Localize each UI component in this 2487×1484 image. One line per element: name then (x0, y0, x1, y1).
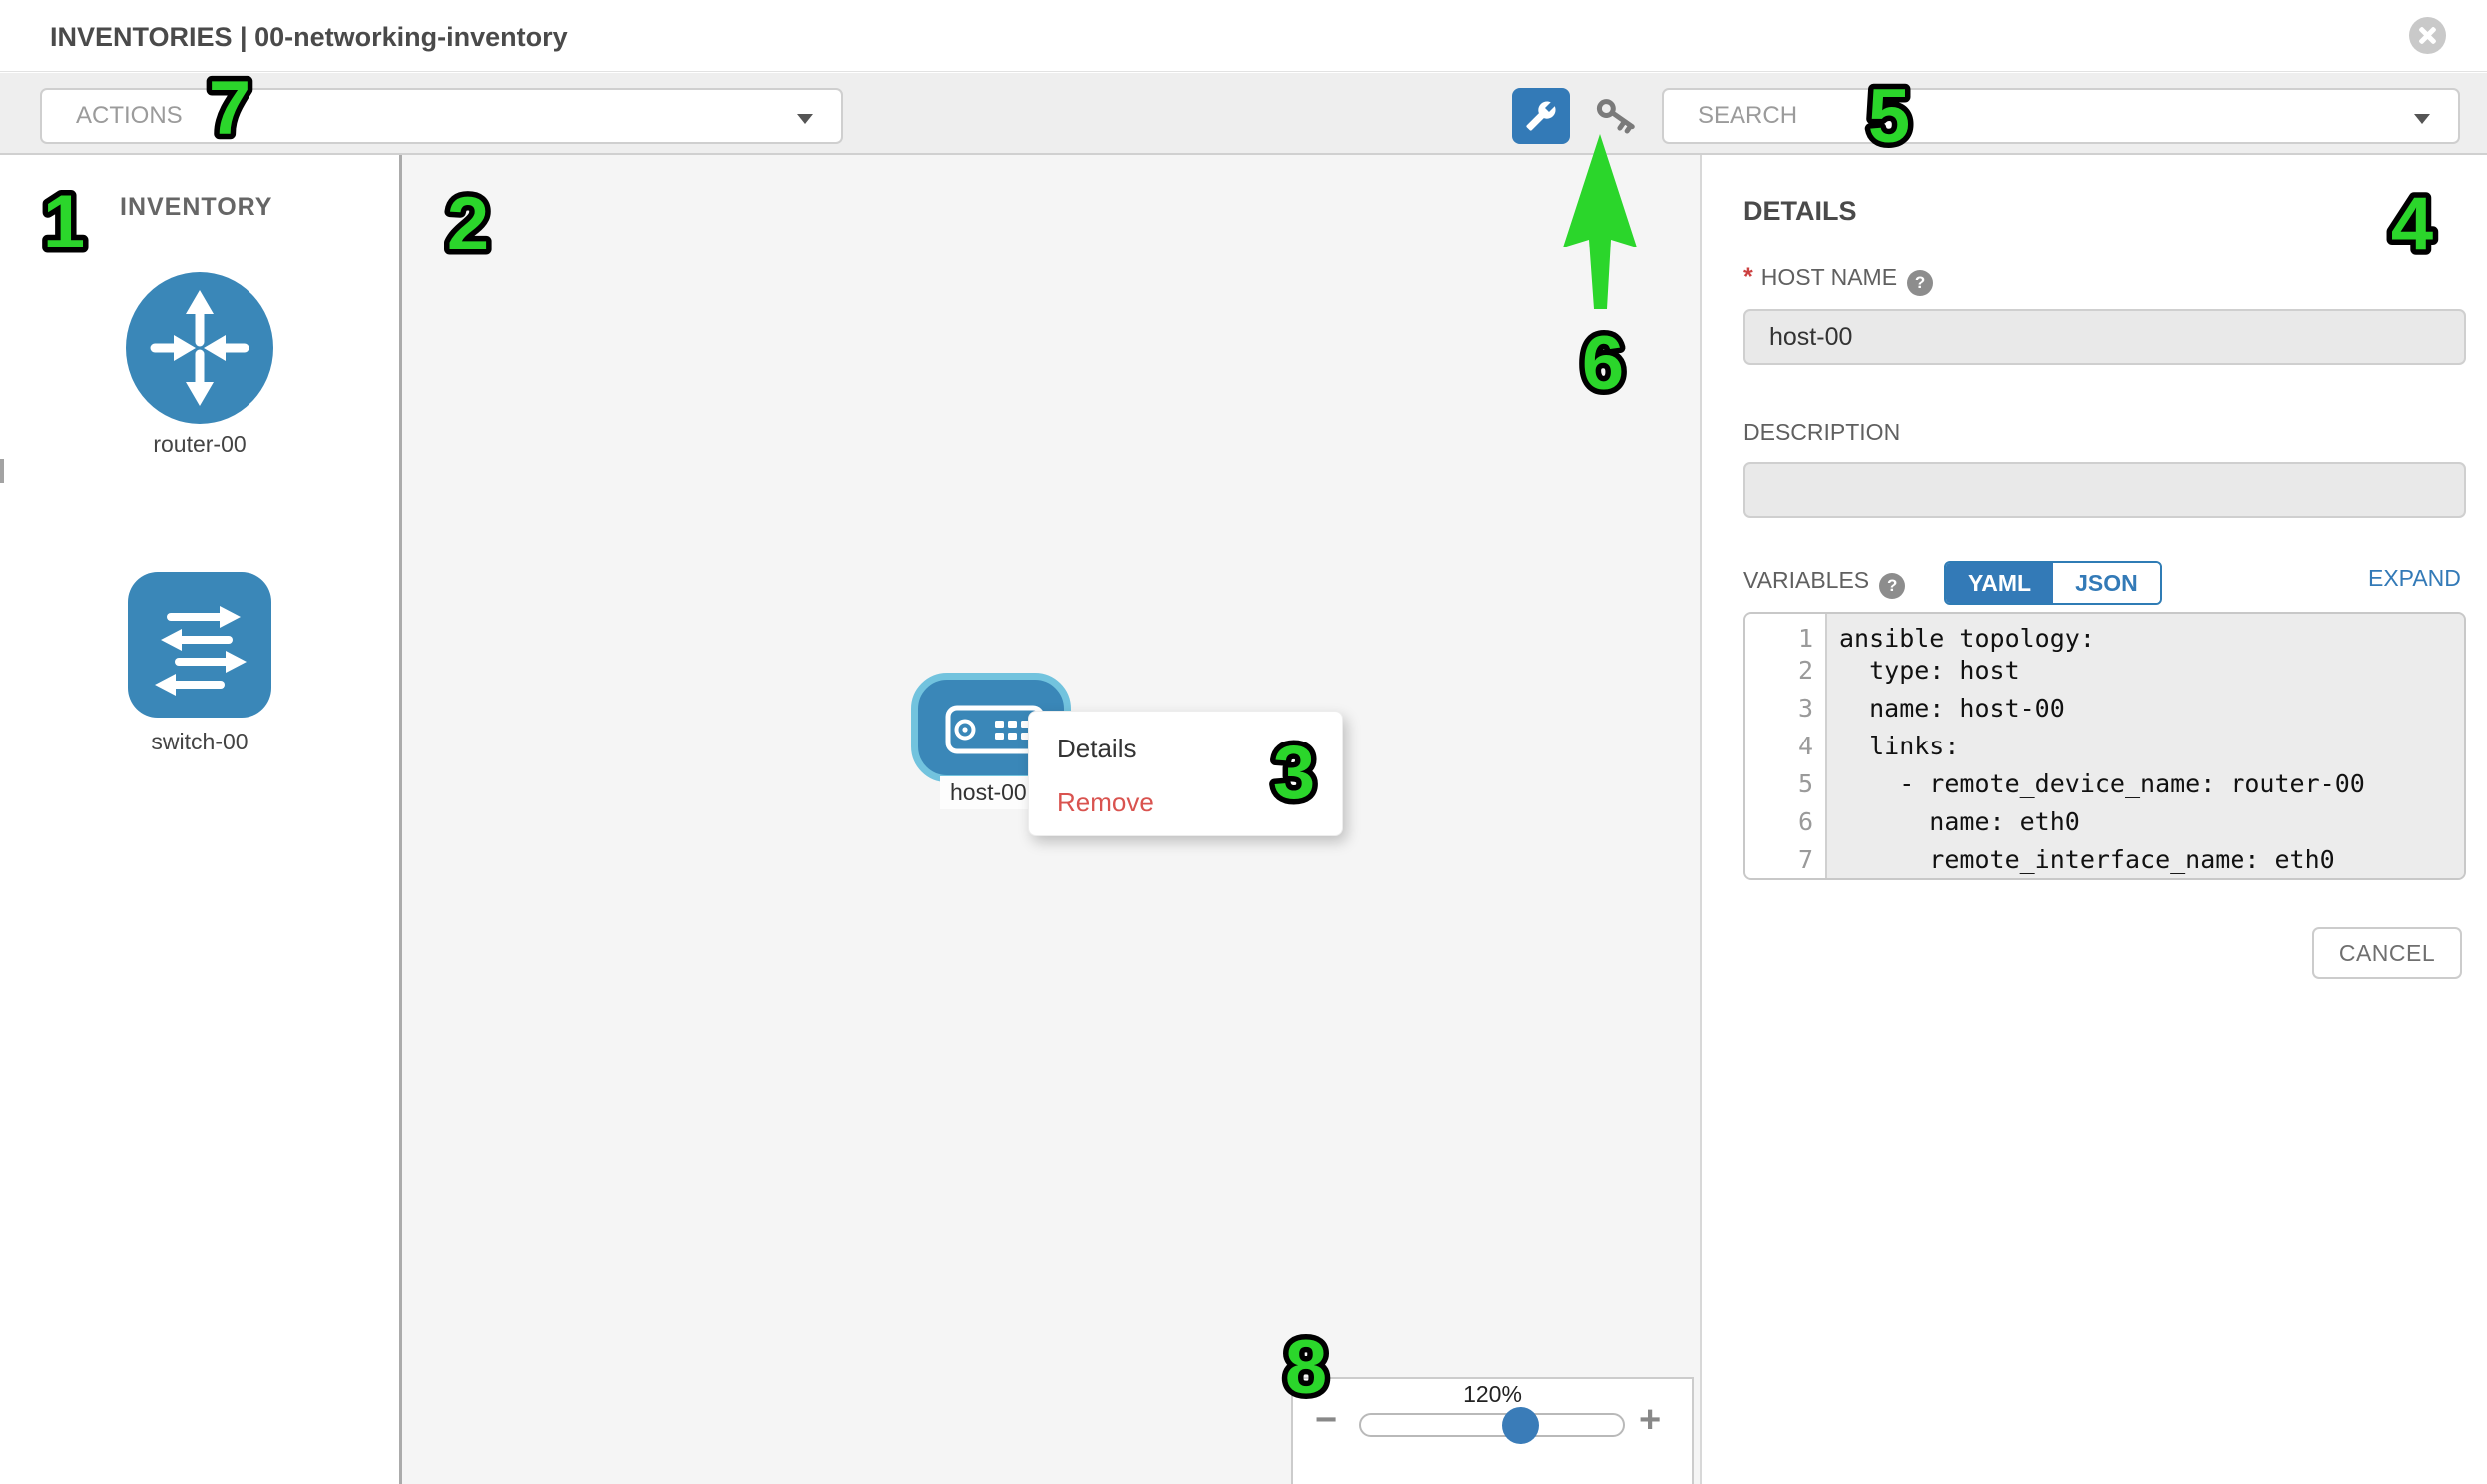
cancel-button[interactable]: CANCEL (2312, 927, 2462, 979)
line-number: 5 (1745, 765, 1827, 803)
context-menu-item-remove[interactable]: Remove (1057, 775, 1342, 829)
line-text: remote_interface_name: eth0 (1827, 841, 2464, 879)
toolbox-button[interactable] (1512, 88, 1570, 144)
description-label: DESCRIPTION (1743, 419, 1900, 446)
variables-label-row: VARIABLES? (1743, 567, 1905, 599)
page-title: INVENTORIES | 00-networking-inventory (50, 0, 568, 72)
line-text: name: host-00 (1827, 690, 2464, 728)
code-line: 6 name: eth0 (1745, 803, 2464, 841)
variables-label: VARIABLES (1743, 567, 1869, 593)
expand-link[interactable]: EXPAND (2368, 565, 2461, 592)
context-menu-item-details[interactable]: Details (1057, 722, 1342, 775)
line-text: - remote_device_name: router-00 (1827, 765, 2464, 803)
code-line: 1 ansible_topology: (1745, 614, 2464, 652)
chevron-down-icon (2414, 114, 2430, 124)
code-line: 3 name: host-00 (1745, 690, 2464, 728)
line-text: name: eth0 (1827, 803, 2464, 841)
inventory-topology-page: INVENTORIES | 00-networking-inventory AC… (0, 0, 2487, 1484)
actions-dropdown-label: ACTIONS (76, 102, 183, 129)
search-dropdown[interactable]: SEARCH (1662, 88, 2460, 144)
search-dropdown-label: SEARCH (1698, 102, 1797, 129)
help-icon[interactable]: ? (1907, 270, 1933, 296)
code-line: 2 type: host (1745, 652, 2464, 690)
required-marker: * (1743, 263, 1753, 291)
host-name-label: HOST NAME (1761, 264, 1897, 290)
tab-yaml[interactable]: YAML (1946, 563, 2053, 603)
zoom-in-button[interactable]: + (1639, 1401, 1661, 1439)
line-number: 2 (1745, 652, 1827, 690)
zoom-out-button[interactable]: − (1315, 1401, 1337, 1439)
switch-icon (127, 571, 272, 719)
variables-code-editor[interactable]: 1 ansible_topology: 2 type: host 3 name:… (1743, 612, 2466, 880)
line-number: 1 (1745, 614, 1827, 652)
page-header: INVENTORIES | 00-networking-inventory (0, 0, 2487, 72)
close-icon[interactable] (2409, 17, 2446, 54)
palette-item-router[interactable] (125, 272, 274, 430)
line-number: 4 (1745, 728, 1827, 765)
key-button[interactable] (1591, 90, 1643, 142)
line-text: ansible_topology: (1827, 614, 2464, 652)
code-line: 5 - remote_device_name: router-00 (1745, 765, 2464, 803)
host-name-field-label-row: * HOST NAME? (1743, 263, 1933, 296)
node-context-menu: Details Remove (1028, 711, 1343, 836)
wrench-icon (1525, 100, 1557, 132)
panel-edge-notch (0, 459, 4, 483)
zoom-level-label: 120% (1291, 1381, 1694, 1408)
actions-dropdown[interactable]: ACTIONS (40, 88, 843, 144)
details-panel-title: DETAILS (1743, 196, 1857, 227)
line-text: links: (1827, 728, 2464, 765)
line-text: type: host (1827, 652, 2464, 690)
zoom-slider-thumb[interactable] (1502, 1407, 1539, 1444)
line-number: 3 (1745, 690, 1827, 728)
palette-item-switch[interactable] (127, 571, 272, 724)
line-number: 7 (1745, 841, 1827, 879)
host-node-label: host-00 (940, 776, 1037, 809)
router-icon (125, 272, 274, 425)
line-number: 6 (1745, 803, 1827, 841)
tab-json[interactable]: JSON (2053, 563, 2160, 603)
code-line: 7 remote_interface_name: eth0 (1745, 841, 2464, 879)
help-icon[interactable]: ? (1879, 573, 1905, 599)
inventory-palette-title: INVENTORY (120, 193, 272, 222)
palette-item-switch-label: switch-00 (50, 729, 349, 755)
host-name-input[interactable] (1743, 309, 2466, 365)
code-line: 4 links: (1745, 728, 2464, 765)
chevron-down-icon (797, 114, 813, 124)
zoom-slider-track[interactable] (1359, 1413, 1625, 1437)
key-icon (1591, 90, 1643, 142)
palette-item-router-label: router-00 (50, 431, 349, 458)
variables-format-toggle: YAML JSON (1944, 561, 2162, 605)
description-input[interactable] (1743, 462, 2466, 518)
